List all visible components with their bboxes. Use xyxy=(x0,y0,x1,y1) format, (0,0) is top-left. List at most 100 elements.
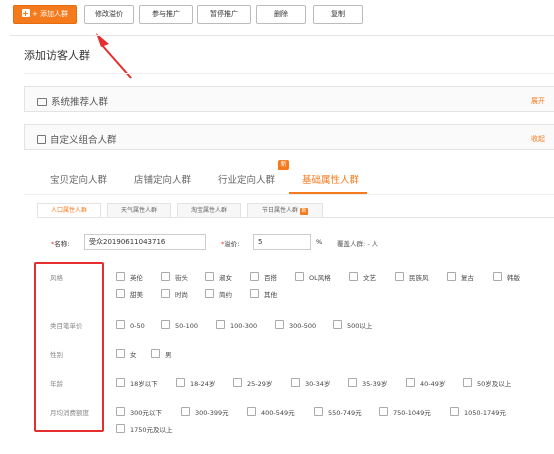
subtab-taobao[interactable]: 淘宝属性人群 xyxy=(177,203,241,218)
gender-option[interactable]: 男 xyxy=(151,349,172,359)
style-option[interactable]: OL风格 xyxy=(295,272,331,282)
tab-industry-targeting[interactable]: 行业定向人群 xyxy=(218,172,275,186)
expand-link[interactable]: 展开 xyxy=(531,96,545,106)
style-option[interactable]: 街头 xyxy=(161,272,188,282)
spend-option[interactable]: 1750元及以上 xyxy=(116,424,173,434)
join-promotion-button[interactable]: 参与推广 xyxy=(139,5,193,24)
checkbox[interactable] xyxy=(333,320,342,329)
age-option[interactable]: 30-34岁 xyxy=(291,378,330,388)
spend-option[interactable]: 550-749元 xyxy=(314,407,362,417)
price-option[interactable]: 0-50 xyxy=(116,320,145,330)
custom-crowd-title: 自定义组合人群 xyxy=(37,132,117,146)
checkbox[interactable] xyxy=(233,378,242,387)
modify-premium-button[interactable]: 修改溢价 xyxy=(84,5,134,24)
checkbox[interactable] xyxy=(216,320,225,329)
checkbox[interactable] xyxy=(247,407,256,416)
checkbox[interactable] xyxy=(176,378,185,387)
subtab-holiday-label: 节日属性人群 xyxy=(261,207,298,214)
checkbox[interactable] xyxy=(395,272,404,281)
tab-item-targeting[interactable]: 宝贝定向人群 xyxy=(50,172,107,186)
tab-shop-targeting[interactable]: 店铺定向人群 xyxy=(134,172,191,186)
style-option[interactable]: 其他 xyxy=(250,289,277,299)
checkbox[interactable] xyxy=(116,378,125,387)
style-option[interactable]: 英伦 xyxy=(116,272,143,282)
checkbox[interactable] xyxy=(349,272,358,281)
checkbox[interactable] xyxy=(314,407,323,416)
add-crowd-label: + 添加人群 xyxy=(31,10,69,18)
style-option[interactable]: 淑女 xyxy=(205,272,232,282)
spend-option[interactable]: 300-399元 xyxy=(181,407,229,417)
checkbox[interactable] xyxy=(379,407,388,416)
style-option[interactable]: 甜美 xyxy=(116,289,143,299)
spend-option[interactable]: 300元以下 xyxy=(116,407,162,417)
age-option[interactable]: 40-49岁 xyxy=(406,378,445,388)
name-input[interactable]: 受众20190611043716 xyxy=(84,234,206,250)
checkbox[interactable] xyxy=(116,289,125,298)
checkbox[interactable] xyxy=(348,378,357,387)
style-option[interactable]: 民族风 xyxy=(395,272,429,282)
gender-option[interactable]: 女 xyxy=(116,349,137,359)
checkbox[interactable] xyxy=(250,289,259,298)
divider xyxy=(10,35,554,36)
checkbox[interactable] xyxy=(116,424,125,433)
pause-promotion-button[interactable]: 暂停推广 xyxy=(197,5,251,24)
custom-crowd-label: 自定义组合人群 xyxy=(50,135,117,146)
premium-label: *溢价: xyxy=(221,240,240,248)
price-label: 类目笔单价 xyxy=(50,322,83,330)
collapse-link[interactable]: 收起 xyxy=(531,134,545,144)
delete-button[interactable]: 删除 xyxy=(256,5,306,24)
checkbox[interactable] xyxy=(463,378,472,387)
checkbox[interactable] xyxy=(205,289,214,298)
checkbox[interactable] xyxy=(406,378,415,387)
checkbox[interactable] xyxy=(291,378,300,387)
add-crowd-button[interactable]: + 添加人群 xyxy=(13,5,77,24)
checkbox[interactable] xyxy=(116,272,125,281)
checkbox[interactable] xyxy=(116,320,125,329)
copy-button[interactable]: 复制 xyxy=(313,5,363,24)
tab-basic-attributes[interactable]: 基础属性人群 xyxy=(302,172,359,186)
checkbox[interactable] xyxy=(493,272,502,281)
style-option[interactable]: 复古 xyxy=(447,272,474,282)
age-option[interactable]: 35-39岁 xyxy=(348,378,387,388)
toolbar: + 添加人群 修改溢价 参与推广 暂停推广 删除 复制 xyxy=(0,0,554,28)
spend-option[interactable]: 1050-1749元 xyxy=(450,407,506,417)
new-badge: 新 xyxy=(278,160,289,170)
divider xyxy=(24,73,554,74)
new-badge: 新 xyxy=(300,208,308,215)
price-option[interactable]: 300-500 xyxy=(275,320,316,330)
price-option[interactable]: 50-100 xyxy=(161,320,198,330)
checkbox[interactable] xyxy=(450,407,459,416)
checkbox[interactable] xyxy=(181,407,190,416)
checkbox[interactable] xyxy=(161,289,170,298)
checkbox[interactable] xyxy=(295,272,304,281)
checkbox[interactable] xyxy=(161,320,170,329)
style-option[interactable]: 文艺 xyxy=(349,272,376,282)
percent-unit: % xyxy=(316,238,323,246)
style-option[interactable]: 简约 xyxy=(205,289,232,299)
style-option[interactable]: 时尚 xyxy=(161,289,188,299)
checkbox[interactable] xyxy=(151,349,160,358)
system-recommend-panel[interactable]: 系统推荐人群 展开 xyxy=(24,86,554,112)
subtab-holiday[interactable]: 节日属性人群新 xyxy=(247,203,323,218)
price-option[interactable]: 100-300 xyxy=(216,320,257,330)
age-option[interactable]: 18-24岁 xyxy=(176,378,215,388)
age-option[interactable]: 18岁以下 xyxy=(116,378,158,388)
checkbox[interactable] xyxy=(205,272,214,281)
checkbox[interactable] xyxy=(116,407,125,416)
age-option[interactable]: 25-29岁 xyxy=(233,378,272,388)
subtab-weather[interactable]: 天气属性人群 xyxy=(107,203,171,218)
style-option[interactable]: 百搭 xyxy=(250,272,277,282)
checkbox[interactable] xyxy=(116,349,125,358)
spend-option[interactable]: 750-1049元 xyxy=(379,407,431,417)
spend-option[interactable]: 400-549元 xyxy=(247,407,295,417)
price-option[interactable]: 500以上 xyxy=(333,320,372,330)
premium-input[interactable]: 5 xyxy=(253,234,311,250)
checkbox[interactable] xyxy=(250,272,259,281)
style-option[interactable]: 韩版 xyxy=(493,272,520,282)
checkbox[interactable] xyxy=(275,320,284,329)
checkbox[interactable] xyxy=(161,272,170,281)
age-option[interactable]: 50岁及以上 xyxy=(463,378,511,388)
custom-crowd-panel-header[interactable]: 自定义组合人群 收起 xyxy=(24,124,554,150)
subtab-demographic[interactable]: 人口属性人群 xyxy=(37,203,101,218)
checkbox[interactable] xyxy=(447,272,456,281)
